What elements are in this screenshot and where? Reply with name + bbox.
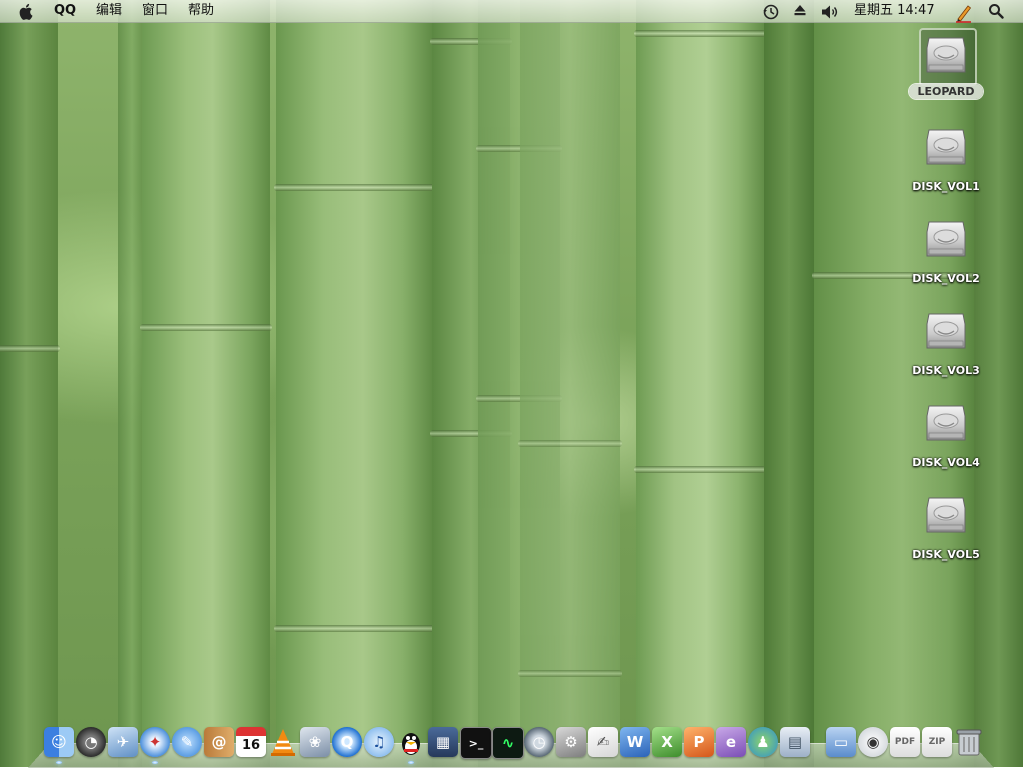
volume-icon[interactable]: [820, 3, 840, 19]
bamboo-stalk: [274, 0, 436, 767]
vlc-icon[interactable]: [268, 727, 298, 757]
input-method-pen-icon[interactable]: [955, 3, 973, 23]
hard-drive-icon: [926, 313, 966, 349]
dashboard-icon[interactable]: ◔: [76, 727, 106, 757]
running-indicator: [56, 761, 62, 764]
safari-icon[interactable]: ✦: [140, 727, 170, 757]
powerpoint-icon[interactable]: P: [684, 727, 714, 757]
zip-document-icon[interactable]: ZIP: [922, 727, 952, 757]
pdf-document-icon[interactable]: PDF: [890, 727, 920, 757]
disk-label: LEOPARD: [909, 84, 983, 99]
disk-label: DISK_VOL2: [912, 272, 980, 285]
bamboo-stalk: [140, 0, 272, 767]
calendar-day: 16: [241, 737, 261, 753]
entourage-icon[interactable]: e: [716, 727, 746, 757]
messenger-icon[interactable]: ♟: [748, 727, 778, 757]
applications-stack-icon[interactable]: ▤: [780, 727, 810, 757]
system-preferences-icon[interactable]: ⚙: [556, 727, 586, 757]
mail-icon[interactable]: ✈: [108, 727, 138, 757]
eject-icon[interactable]: [793, 3, 807, 19]
menu-help[interactable]: 帮助: [188, 3, 214, 19]
terminal-icon[interactable]: >_: [460, 727, 492, 759]
hard-drive-icon: [926, 221, 966, 257]
documents-stack-icon[interactable]: ▭: [826, 727, 856, 757]
hard-drive-icon: [926, 405, 966, 441]
iphoto-icon[interactable]: ❀: [300, 727, 330, 757]
bamboo-stalk: [518, 0, 622, 767]
menu-bar: QQ 编辑 窗口 帮助 星期五 14:47: [0, 0, 1023, 23]
desktop-disk-vol5[interactable]: DISK_VOL5: [905, 488, 987, 574]
spaces-icon[interactable]: ▦: [428, 727, 458, 757]
hard-drive-icon: [926, 497, 966, 533]
ichat-icon[interactable]: ✎: [172, 727, 202, 757]
disk-label: DISK_VOL4: [912, 456, 980, 469]
quicktime-icon[interactable]: Q: [332, 727, 362, 757]
desktop-disk-vol4[interactable]: DISK_VOL4: [905, 396, 987, 482]
finder-icon[interactable]: ☺: [44, 727, 74, 757]
trash-icon[interactable]: [954, 727, 984, 757]
textedit-icon[interactable]: ✍: [588, 727, 618, 757]
disk-label: DISK_VOL5: [912, 548, 980, 561]
word-icon[interactable]: W: [620, 727, 650, 757]
apple-menu-icon[interactable]: [19, 3, 35, 20]
running-indicator: [152, 761, 158, 764]
hard-drive-icon: [926, 37, 966, 73]
bamboo-stalk: [634, 0, 766, 767]
activity-monitor-icon[interactable]: ∿: [492, 727, 524, 759]
bamboo-stalk: [764, 0, 814, 767]
address-book-icon[interactable]: @: [204, 727, 234, 757]
app-name-menu[interactable]: QQ: [54, 3, 76, 19]
bamboo-stalk: [0, 0, 60, 767]
desktop-wallpaper: [0, 0, 1023, 767]
disk-label: DISK_VOL1: [912, 180, 980, 193]
qq-icon[interactable]: [396, 727, 426, 757]
time-machine-icon[interactable]: [762, 3, 780, 20]
desktop-disk-vol1[interactable]: DISK_VOL1: [905, 120, 987, 206]
running-indicator: [408, 761, 414, 764]
hard-drive-icon: [926, 129, 966, 165]
time-machine-icon[interactable]: ◷: [524, 727, 554, 757]
desktop-disk-leopard[interactable]: LEOPARD: [905, 28, 987, 114]
desktop-disk-vol3[interactable]: DISK_VOL3: [905, 304, 987, 390]
desktop-disk-vol2[interactable]: DISK_VOL2: [905, 212, 987, 298]
itunes-icon[interactable]: ♫: [364, 727, 394, 757]
ical-icon[interactable]: 16: [236, 727, 266, 757]
menubar-clock[interactable]: 星期五 14:47: [854, 3, 935, 19]
spotlight-icon[interactable]: [988, 3, 1004, 19]
menu-edit[interactable]: 编辑: [96, 3, 122, 19]
menu-window[interactable]: 窗口: [142, 3, 168, 19]
airport-icon[interactable]: ◉: [858, 727, 888, 757]
excel-icon[interactable]: X: [652, 727, 682, 757]
disk-label: DISK_VOL3: [912, 364, 980, 377]
